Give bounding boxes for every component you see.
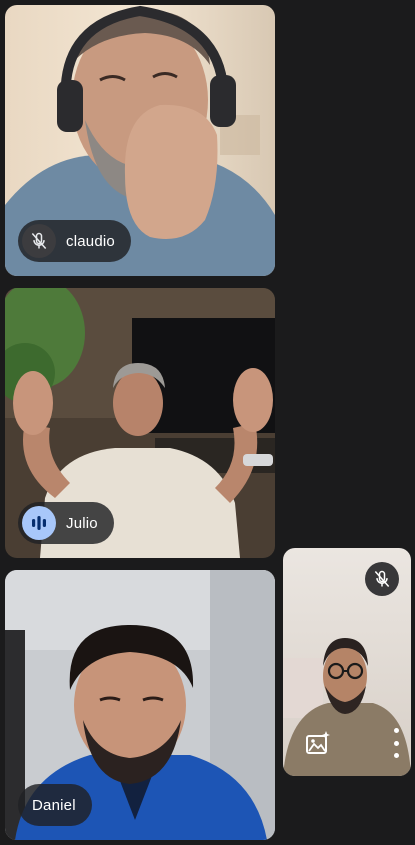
participant-name: Daniel bbox=[32, 796, 76, 814]
participant-tile-daniel[interactable]: Daniel bbox=[5, 570, 275, 840]
visual-effects-icon[interactable] bbox=[301, 726, 335, 760]
participant-name: claudio bbox=[66, 232, 115, 250]
more-options-icon[interactable] bbox=[387, 728, 405, 758]
speaking-indicator-icon bbox=[22, 506, 56, 540]
mic-off-icon[interactable] bbox=[365, 562, 399, 596]
self-view-tile[interactable] bbox=[283, 548, 411, 776]
name-pill: Daniel bbox=[18, 784, 92, 826]
participant-tile-claudio[interactable]: claudio bbox=[5, 5, 275, 276]
participant-tile-julio[interactable]: Julio bbox=[5, 288, 275, 558]
name-pill: claudio bbox=[18, 220, 131, 262]
mic-off-icon bbox=[22, 224, 56, 258]
name-pill: Julio bbox=[18, 502, 114, 544]
participant-name: Julio bbox=[66, 514, 98, 532]
